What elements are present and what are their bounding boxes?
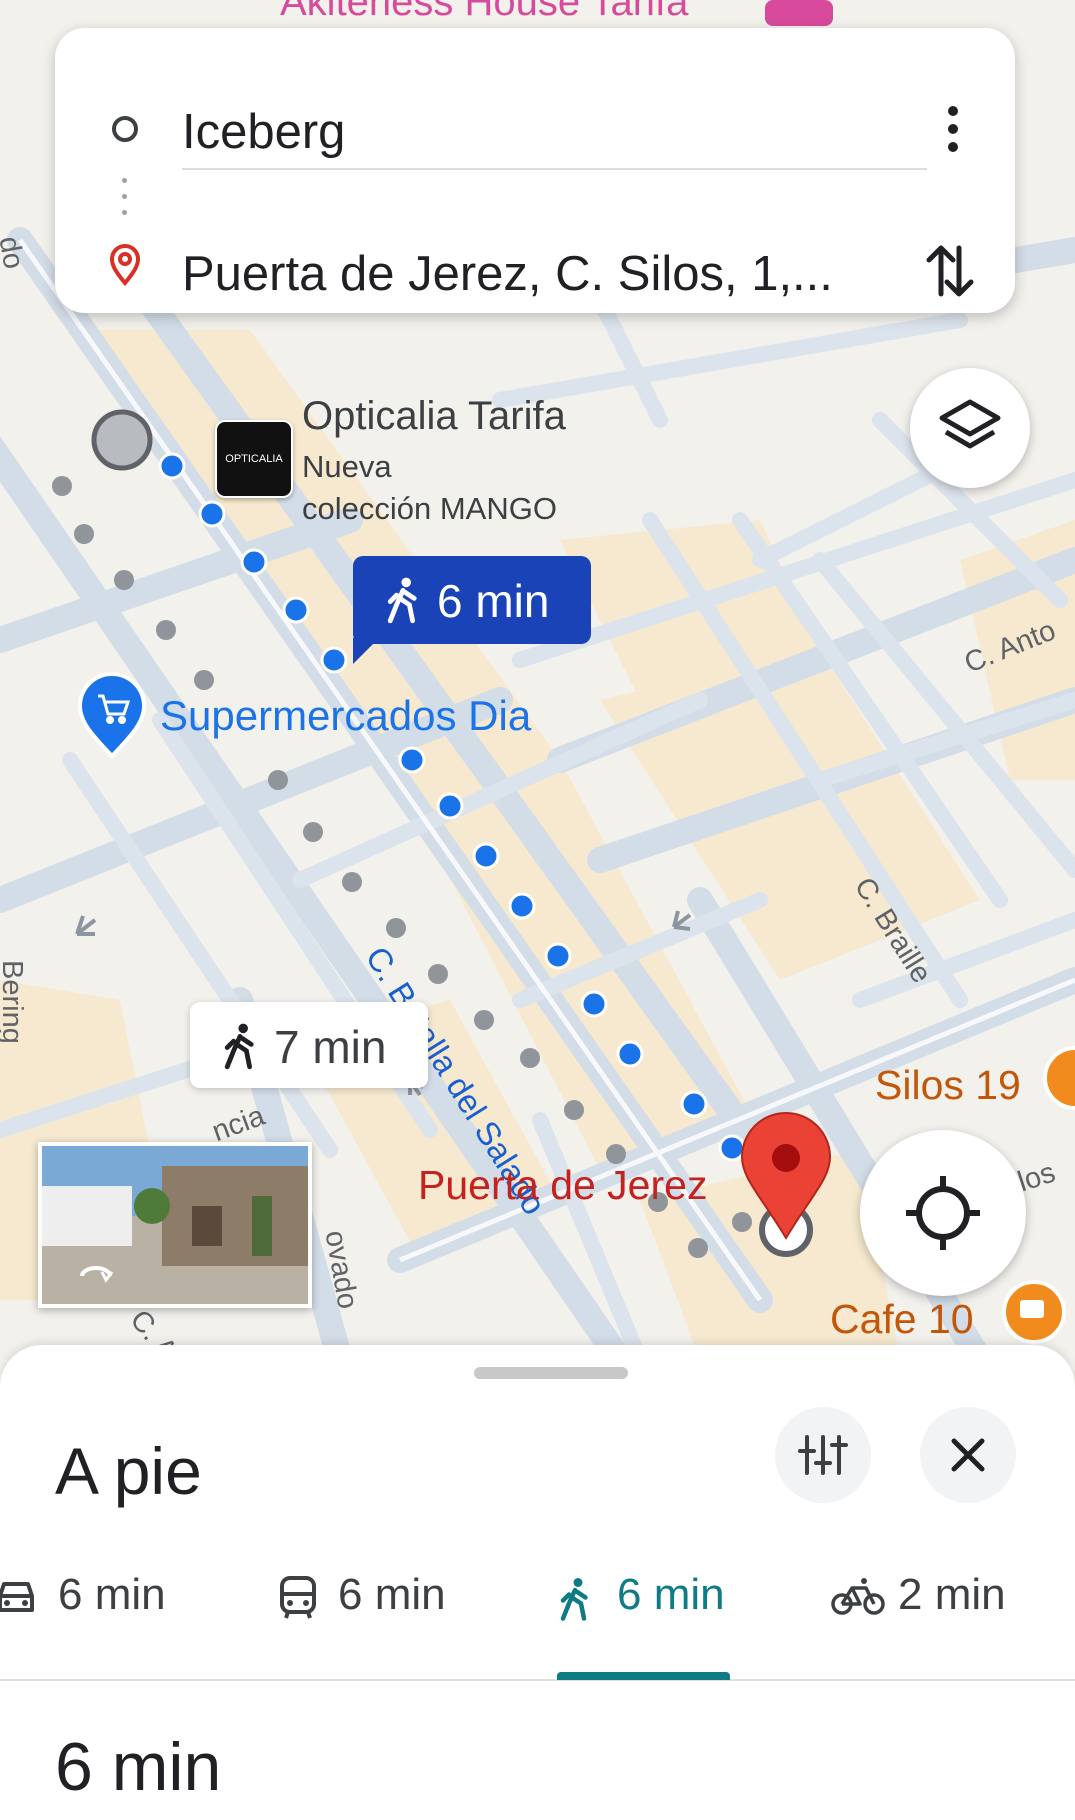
cafe-label[interactable]: Cafe 10: [830, 1296, 974, 1343]
my-location-button[interactable]: [860, 1130, 1026, 1296]
destination-row[interactable]: Puerta de Jerez, C. Silos, 1,...: [55, 224, 1015, 314]
route-connector-dots: [122, 178, 128, 218]
walk-icon: [387, 577, 417, 624]
destination-pin-icon: [109, 244, 141, 286]
callout-tail: [353, 638, 379, 664]
tab-driving[interactable]: 6 min: [0, 1550, 200, 1640]
tab-cycling[interactable]: 2 min: [830, 1550, 1060, 1640]
destination-label[interactable]: Puerta de Jerez: [418, 1162, 707, 1209]
transit-icon: [280, 1576, 316, 1619]
tab-cycling-time: 2 min: [898, 1570, 1006, 1619]
tab-walking-time: 6 min: [617, 1570, 725, 1619]
active-tab-indicator: [557, 1672, 730, 1680]
layers-button[interactable]: [910, 368, 1030, 488]
route-duration: 6 min: [55, 1729, 222, 1805]
crosshair-icon: [906, 1176, 980, 1250]
opticalia-sub-1: Nueva: [302, 449, 392, 484]
opticalia-logo[interactable]: OPTICALIA: [215, 420, 293, 498]
origin-circle-icon: [112, 116, 138, 142]
close-icon: [951, 1438, 985, 1472]
route-options-button[interactable]: [775, 1407, 871, 1503]
layers-icon: [939, 399, 1001, 449]
tab-walking[interactable]: 6 min: [557, 1550, 757, 1640]
tabs-divider: [0, 1679, 1075, 1681]
street-view-thumbnail[interactable]: [38, 1142, 312, 1308]
sliders-icon: [798, 1435, 848, 1475]
primary-route-time: 6 min: [437, 575, 550, 627]
car-icon: [0, 1582, 34, 1612]
silos-label[interactable]: Silos 19: [875, 1062, 1021, 1109]
more-options-icon[interactable]: [948, 106, 960, 154]
tab-driving-time: 6 min: [58, 1570, 166, 1619]
walk-icon: [224, 1023, 254, 1070]
sheet-drag-handle[interactable]: [474, 1367, 628, 1379]
opticalia-sub-2: colección MANGO: [302, 491, 557, 526]
primary-route-callout[interactable]: 6 min: [353, 556, 591, 644]
bike-icon: [831, 1578, 885, 1615]
walk-icon: [560, 1578, 588, 1621]
street-bering: Bering: [0, 960, 28, 1044]
travel-mode-tabs: 6 min 6 min 6 min 2 min: [0, 1550, 1075, 1640]
destination-field[interactable]: Puerta de Jerez, C. Silos, 1,...: [182, 246, 833, 302]
opticalia-label[interactable]: Opticalia Tarifa: [302, 394, 566, 439]
travel-mode-title: A pie: [55, 1434, 202, 1508]
alt-route-callout[interactable]: 7 min: [190, 1002, 428, 1088]
tab-transit[interactable]: 6 min: [270, 1550, 490, 1640]
street-do: do: [0, 234, 30, 272]
street-view-image: [42, 1146, 308, 1304]
close-button[interactable]: [920, 1407, 1016, 1503]
alt-route-time: 7 min: [274, 1021, 387, 1073]
origin-row[interactable]: Iceberg: [55, 82, 1015, 172]
origin-field[interactable]: Iceberg: [182, 104, 345, 160]
supermarket-label[interactable]: Supermercados Dia: [160, 692, 531, 740]
swap-icon[interactable]: [921, 238, 977, 304]
route-search-card: Iceberg Puerta de Jerez, C. Silos, 1,...: [55, 28, 1015, 313]
route-divider: [182, 168, 927, 170]
tab-transit-time: 6 min: [338, 1570, 446, 1619]
top-place-label[interactable]: Akiteness House Tarifa: [280, 0, 688, 25]
